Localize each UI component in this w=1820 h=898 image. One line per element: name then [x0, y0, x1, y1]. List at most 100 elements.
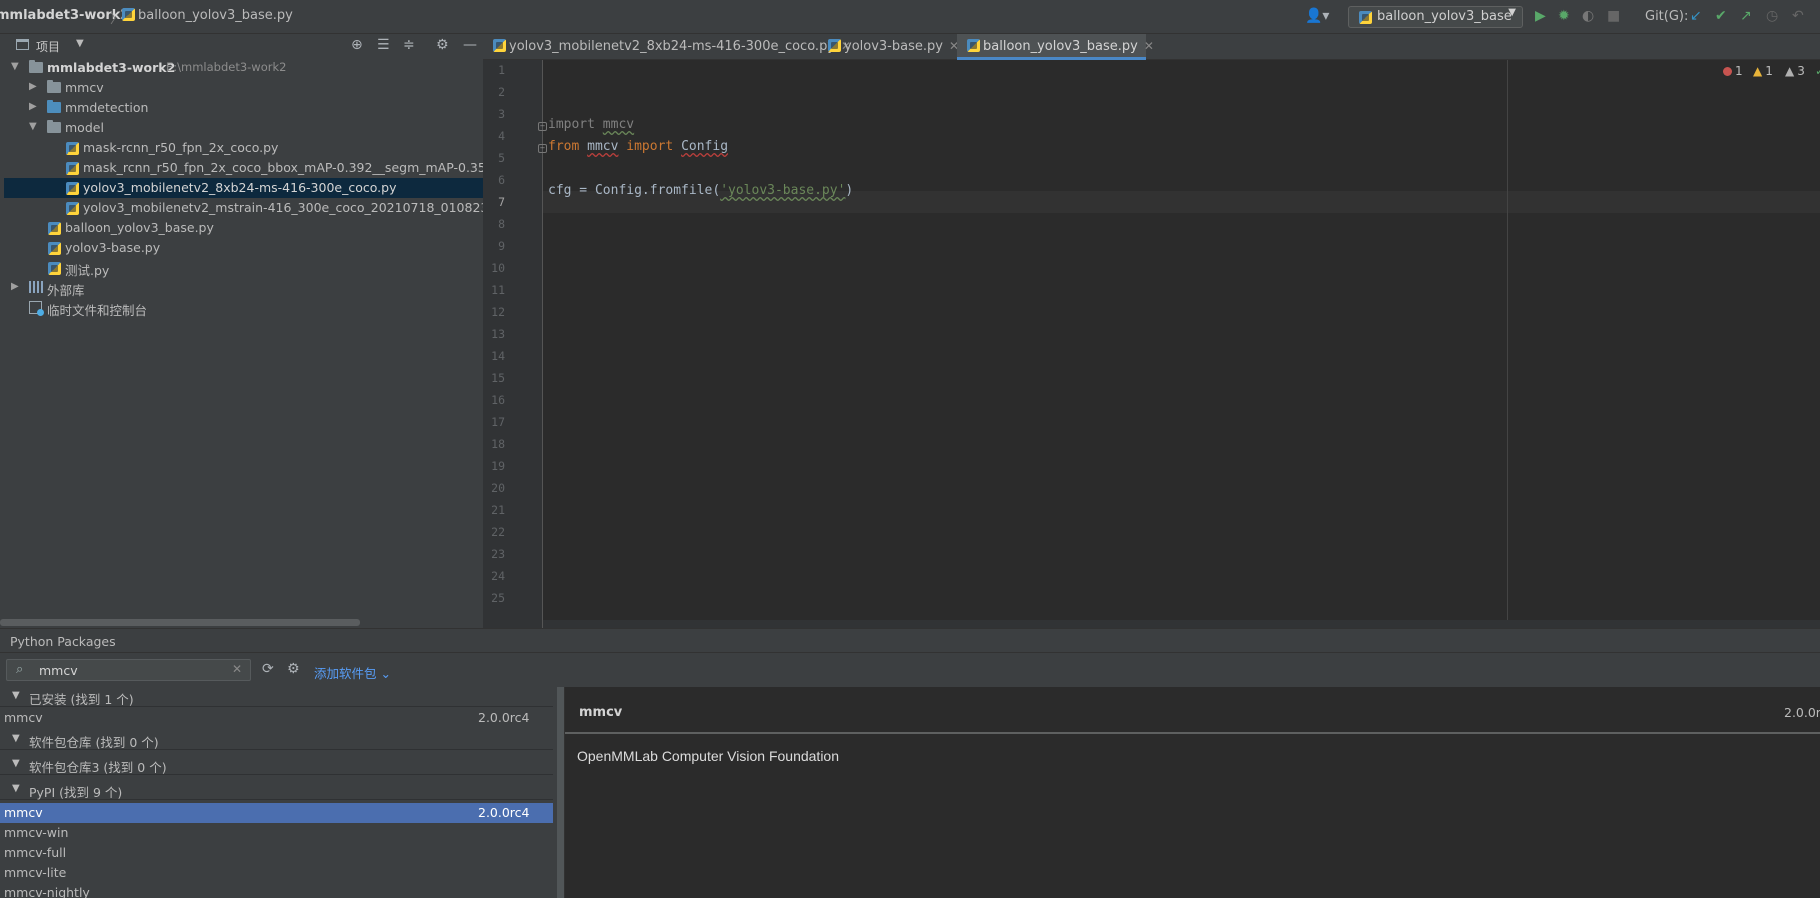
- code-keyword: from: [548, 139, 580, 154]
- tree-root[interactable]: ▼ mmlabdet3-work2 E:\mmlabdet3-work2: [4, 58, 483, 78]
- line-number: 25: [491, 591, 505, 605]
- debug-icon[interactable]: ✹: [1558, 8, 1570, 24]
- tree-item-mmcv[interactable]: ▶ mmcv: [4, 78, 483, 98]
- python-file-icon: [493, 39, 506, 52]
- collapse-all-icon[interactable]: ≑: [403, 37, 415, 53]
- line-number: 16: [491, 393, 505, 407]
- package-row[interactable]: mmcv-nightly: [0, 883, 553, 898]
- git-label: Git(G):: [1645, 9, 1689, 24]
- chevron-down-icon: ▼: [29, 121, 37, 132]
- breadcrumb-file[interactable]: balloon_yolov3_base.py: [122, 8, 293, 23]
- tree-item-file[interactable]: mask-rcnn_r50_fpn_2x_coco.py: [4, 138, 483, 158]
- tree-item-label: 外部库: [47, 283, 85, 298]
- warning-count: ▲ 1: [1753, 64, 1773, 78]
- tree-item-file[interactable]: balloon_yolov3_base.py: [4, 218, 483, 238]
- code-line-3[interactable]: from mmcv import Config: [548, 139, 728, 154]
- tree-item-external-libraries[interactable]: ▶ 外部库: [4, 278, 483, 298]
- python-file-icon: [48, 262, 61, 275]
- chevron-right-icon: ▶: [11, 281, 19, 292]
- user-icon[interactable]: 👤▾: [1305, 8, 1329, 24]
- group-installed[interactable]: ▼ 已安装 (找到 1 个): [0, 687, 553, 707]
- group-pypi[interactable]: ▼ PyPI (找到 9 个): [0, 780, 553, 800]
- tree-item-label: yolov3_mobilenetv2_8xb24-ms-416-300e_coc…: [83, 180, 397, 195]
- tree-item-label: mask_rcnn_r50_fpn_2x_coco_bbox_mAP-0.392…: [83, 160, 483, 175]
- history-icon[interactable]: ◷: [1766, 8, 1778, 24]
- package-version: 2.0.0rc4: [478, 805, 530, 820]
- splitter[interactable]: [557, 687, 564, 898]
- chevron-down-icon[interactable]: ▼: [76, 38, 84, 49]
- package-search[interactable]: ⌕ ✕: [6, 659, 251, 681]
- chevron-right-icon: ▶: [29, 101, 37, 112]
- clear-icon[interactable]: ✕: [232, 662, 242, 676]
- line-number: 12: [491, 305, 505, 319]
- coverage-icon[interactable]: ◐: [1582, 8, 1594, 24]
- close-icon[interactable]: ✕: [1144, 39, 1154, 53]
- package-list: ▼ 已安装 (找到 1 个) mmcv 2.0.0rc4 ▼ 软件包仓库 (找到…: [0, 687, 553, 898]
- tree-item-label: mmdetection: [65, 100, 149, 115]
- code-line-5[interactable]: cfg = Config.fromfile('yolov3-base.py'): [548, 183, 853, 198]
- tree-item-mmdetection[interactable]: ▶ mmdetection: [4, 98, 483, 118]
- python-file-icon: [967, 39, 980, 52]
- tree-item-file[interactable]: yolov3_mobilenetv2_mstrain-416_300e_coco…: [4, 198, 483, 218]
- folder-icon: [29, 60, 43, 73]
- fold-icon[interactable]: −: [538, 122, 547, 131]
- stop-icon[interactable]: ■: [1607, 8, 1620, 24]
- line-number-gutter[interactable]: [483, 60, 543, 628]
- tree-item-file[interactable]: 测试.py: [4, 258, 483, 278]
- refresh-icon[interactable]: ⟳: [262, 661, 274, 677]
- line-number: 22: [491, 525, 505, 539]
- git-commit-icon[interactable]: ✔: [1715, 8, 1727, 24]
- package-search-input[interactable]: [39, 662, 229, 678]
- horizontal-scrollbar[interactable]: [0, 619, 360, 626]
- package-row[interactable]: mmcv-lite: [0, 863, 553, 883]
- run-config-selector[interactable]: balloon_yolov3_base ▼: [1348, 6, 1523, 28]
- tree-item-label: yolov3-base.py: [65, 240, 161, 255]
- chevron-down-icon: ▼: [11, 61, 19, 72]
- detail-package-description: OpenMMLab Computer Vision Foundation: [577, 748, 840, 764]
- tree-item-model[interactable]: ▼ model: [4, 118, 483, 138]
- libraries-icon: [29, 281, 43, 293]
- tree-item-label: mmcv: [65, 80, 104, 95]
- locate-icon[interactable]: ⊕: [351, 37, 363, 53]
- weak-warning-count: ▲ 3: [1785, 64, 1805, 78]
- tab-yolov3-base[interactable]: yolov3-base.py ✕: [818, 34, 968, 60]
- tree-item-file[interactable]: yolov3-base.py: [4, 238, 483, 258]
- detail-package-name: mmcv: [579, 705, 623, 720]
- git-update-icon[interactable]: ↙: [1690, 8, 1702, 24]
- run-icon[interactable]: ▶: [1535, 8, 1546, 24]
- package-row[interactable]: mmcv-win: [0, 823, 553, 843]
- expand-all-icon[interactable]: ☰: [377, 37, 390, 53]
- checkpoint-file-icon: [66, 202, 79, 215]
- package-name: mmcv: [4, 710, 43, 725]
- git-push-icon[interactable]: ↗: [1740, 8, 1752, 24]
- tree-item-scratches[interactable]: 临时文件和控制台: [4, 298, 483, 318]
- group-repository-3[interactable]: ▼ 软件包仓库3 (找到 0 个): [0, 755, 553, 775]
- minimize-icon[interactable]: —: [463, 37, 477, 53]
- folder-icon: [47, 120, 61, 133]
- gear-icon[interactable]: ⚙: [436, 37, 449, 53]
- tree-item-file-selected[interactable]: yolov3_mobilenetv2_8xb24-ms-416-300e_coc…: [4, 178, 483, 198]
- editor-horizontal-scrollbar[interactable]: [543, 620, 1820, 628]
- rollback-icon[interactable]: ↶: [1792, 8, 1804, 24]
- code-line-2[interactable]: import mmcv: [548, 117, 634, 132]
- package-row[interactable]: mmcv-full: [0, 843, 553, 863]
- fold-icon[interactable]: −: [538, 144, 547, 153]
- python-file-icon: [122, 8, 135, 21]
- project-view-icon: [16, 39, 29, 50]
- divider: [565, 732, 1820, 734]
- group-label: 软件包仓库 (找到 0 个): [29, 735, 159, 750]
- folder-icon: [47, 80, 61, 93]
- group-repository[interactable]: ▼ 软件包仓库 (找到 0 个): [0, 730, 553, 750]
- tab-yolov3-mobilenetv2[interactable]: yolov3_mobilenetv2_8xb24-ms-416-300e_coc…: [483, 34, 851, 60]
- scratches-icon: [29, 301, 44, 316]
- tree-item-file[interactable]: mask_rcnn_r50_fpn_2x_coco_bbox_mAP-0.392…: [4, 158, 483, 178]
- package-row-selected[interactable]: mmcv 2.0.0rc4: [0, 803, 553, 823]
- package-row[interactable]: mmcv 2.0.0rc4: [0, 708, 553, 728]
- line-number: 11: [491, 283, 505, 297]
- tab-balloon-yolov3-base[interactable]: balloon_yolov3_base.py ✕: [957, 34, 1154, 60]
- project-panel-title[interactable]: 项目: [36, 38, 60, 55]
- line-number: 1: [498, 63, 505, 77]
- add-package-button[interactable]: 添加软件包 ⌄: [314, 663, 391, 682]
- code-text: cfg = Config.fromfile(: [548, 183, 721, 198]
- gear-icon[interactable]: ⚙: [287, 661, 300, 677]
